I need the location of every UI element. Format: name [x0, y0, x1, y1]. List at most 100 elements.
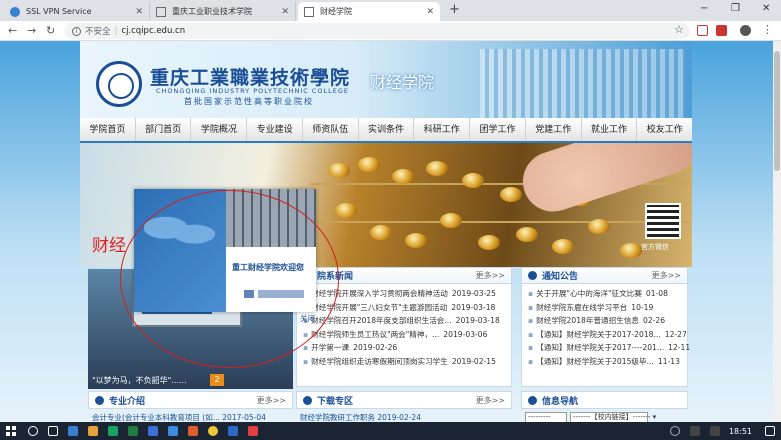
security-label: 不安全 [85, 27, 111, 37]
notification-icon[interactable] [669, 426, 680, 436]
close-icon[interactable]: ✕ [135, 7, 143, 17]
nav-item-party[interactable]: 党建工作 [526, 118, 582, 141]
list-item[interactable]: ▪ 财经学院组织走访寒假期间顶岗实习学生 2019-02-15 [303, 355, 505, 369]
list-item[interactable]: ▪ 开学第一课 2019-02-26 [303, 341, 505, 355]
back-button[interactable]: ← [8, 24, 17, 37]
extension-icon[interactable] [697, 25, 708, 36]
nav-item-dept-home[interactable]: 部门首页 [136, 118, 192, 141]
list-item[interactable]: ▪ 财经学院东鹿在线学习平台 10-19 [528, 301, 681, 315]
list-item[interactable]: ▪ 关于开展"心中的海洋"征文比赛 01-08 [528, 287, 681, 301]
word-icon[interactable] [228, 426, 238, 436]
nav-item-employment[interactable]: 就业工作 [582, 118, 638, 141]
nav-item-faculty[interactable]: 师资队伍 [303, 118, 359, 141]
vertical-scrollbar[interactable] [773, 41, 781, 422]
qr-label: 官方微信 [641, 243, 669, 251]
notice-date: 01-08 [645, 289, 668, 298]
scrollbar-thumb[interactable] [774, 51, 780, 171]
nav-item-research[interactable]: 科研工作 [414, 118, 471, 141]
url-text[interactable]: cj.cqipc.edu.cn [121, 26, 185, 36]
news-title[interactable]: 财经学院召开2018年度支部组织生活会... [311, 314, 451, 328]
more-link[interactable]: 更多>> [476, 395, 505, 406]
bookmark-star-icon[interactable]: ☆ [674, 23, 684, 36]
close-window-button[interactable]: ✕ [762, 3, 770, 14]
file-explorer-icon[interactable] [88, 426, 98, 436]
notice-title[interactable]: 【通知】财经学院关于2017----201... [536, 341, 664, 355]
nav-item-majors[interactable]: 专业建设 [247, 118, 303, 141]
minimize-button[interactable]: − [700, 3, 708, 14]
app-icon[interactable] [108, 426, 118, 436]
photo-caption[interactable]: "以梦为马，不负韶华"...... [92, 375, 187, 386]
search-icon[interactable] [28, 426, 38, 436]
major-first-row[interactable]: 会计专业(会计专业本科教育项目 (如... 2017-05-04 [92, 412, 266, 422]
nav-item-overview[interactable]: 学院概况 [191, 118, 248, 141]
forward-button[interactable]: → [27, 24, 36, 37]
slide-number-badge[interactable]: 2 [210, 374, 224, 386]
notice-title[interactable]: 关于开展"心中的海洋"征文比赛 [536, 287, 642, 301]
list-item[interactable]: ▪ 财经学院2018年普通招生信息 02-26 [528, 314, 681, 328]
powerpoint-icon[interactable] [248, 426, 258, 436]
profile-avatar-icon[interactable] [740, 25, 751, 36]
app-icon[interactable] [148, 426, 158, 436]
clock[interactable]: 18:51 [729, 427, 752, 436]
tab-ssl-vpn[interactable]: SSL VPN Service ✕ [4, 2, 150, 21]
nav-item-home[interactable]: 学院首页 [80, 118, 136, 141]
tab-college[interactable]: 财经学院 ✕ [298, 2, 440, 21]
tab-school[interactable]: 重庆工业职业技术学院 ✕ [150, 2, 296, 21]
maximize-button[interactable]: ❐ [731, 3, 740, 14]
chrome-icon[interactable] [208, 426, 218, 436]
task-view-icon[interactable] [48, 426, 58, 436]
address-bar[interactable]: i 不安全 | cj.cqipc.edu.cn [64, 23, 690, 39]
more-link[interactable]: 更多>> [476, 270, 505, 281]
action-center-icon[interactable] [765, 426, 775, 436]
abacus-bead [440, 213, 462, 228]
news-date: 2019-03-06 [443, 329, 488, 339]
new-tab-button[interactable]: + [449, 2, 460, 17]
menu-icon[interactable]: ⋮ [762, 23, 773, 36]
windows-start-icon[interactable] [6, 426, 16, 436]
notice-title[interactable]: 【通知】财经学院关于2017-2018... [536, 328, 661, 342]
school-logo[interactable] [96, 61, 142, 107]
list-item[interactable]: ▪ 【通知】财经学院关于2015级毕... 11-13 [528, 355, 681, 369]
reload-button[interactable]: ↻ [46, 24, 55, 37]
pdf-extension-icon[interactable] [716, 25, 727, 36]
news-title[interactable]: 开学第一课 [311, 341, 349, 355]
edge-browser-icon[interactable] [68, 426, 78, 436]
list-item[interactable]: ▪ 【通知】财经学院关于2017----201... 12-11 [528, 341, 690, 355]
notice-title[interactable]: 财经学院东鹿在线学习平台 [536, 301, 627, 315]
nav-item-training[interactable]: 实训条件 [359, 118, 415, 141]
notices-panel: 通知公告 更多>> ▪ 关于开展"心中的海洋"征文比赛 01-08 ▪ 财经学院东鹿在… [521, 267, 690, 387]
close-icon[interactable]: ✕ [426, 7, 434, 17]
volume-icon[interactable] [709, 426, 720, 436]
notice-title[interactable]: 财经学院2018年普通招生信息 [536, 314, 639, 328]
web-page: 重庆工業職業技術學院 CHONGQING INDUSTRY POLYTECHNI… [0, 41, 773, 422]
notice-title[interactable]: 【通知】财经学院关于2015级毕... [536, 355, 654, 369]
more-link[interactable]: 更多>> [652, 270, 681, 281]
excel-icon[interactable] [128, 426, 138, 436]
site-header: 重庆工業職業技術學院 CHONGQING INDUSTRY POLYTECHNI… [80, 41, 692, 118]
news-title[interactable]: 财经学院师生员工热议"两会"精神，... [311, 328, 439, 342]
app-icon[interactable] [168, 426, 178, 436]
more-link[interactable]: 更多>> [257, 395, 286, 406]
news-date: 2019-02-15 [451, 356, 496, 366]
bullet-icon: ▪ [303, 356, 309, 366]
link-select-1[interactable]: --------- [525, 412, 567, 422]
list-item[interactable]: ▪ 【通知】财经学院关于2017-2018... 12-27 [528, 328, 687, 342]
download-first-row[interactable]: 财经学院教研工作职务 2019-02-24 [300, 412, 421, 422]
list-item[interactable]: ▪ 财经学院召开2018年度支部组织生活会... 2019-03-18 [303, 314, 505, 328]
info-icon[interactable]: i [72, 26, 81, 36]
bullet-icon: ▪ [528, 302, 534, 312]
qr-code-icon[interactable] [645, 203, 681, 239]
network-icon[interactable] [689, 426, 700, 436]
news-date: 2019-02-26 [353, 343, 398, 353]
section-bullet-icon [303, 395, 312, 405]
notice-list: ▪ 关于开展"心中的海洋"征文比赛 01-08 ▪ 财经学院东鹿在线学习平台 10-19… [522, 284, 690, 372]
bullet-icon: ▪ [528, 289, 534, 298]
list-item[interactable]: ▪ 财经学院师生员工热议"两会"精神，... 2019-03-06 [303, 328, 505, 342]
close-icon[interactable]: ✕ [281, 7, 289, 17]
nav-item-youth[interactable]: 团学工作 [470, 118, 526, 141]
app-icon[interactable] [188, 426, 198, 436]
link-select-campus[interactable]: -------【校内链接】------- ▾ [570, 412, 656, 422]
section-bullet-icon [528, 395, 537, 405]
news-title[interactable]: 财经学院组织走访寒假期间顶岗实习学生 [311, 355, 448, 369]
nav-item-alumni[interactable]: 校友工作 [637, 118, 692, 141]
